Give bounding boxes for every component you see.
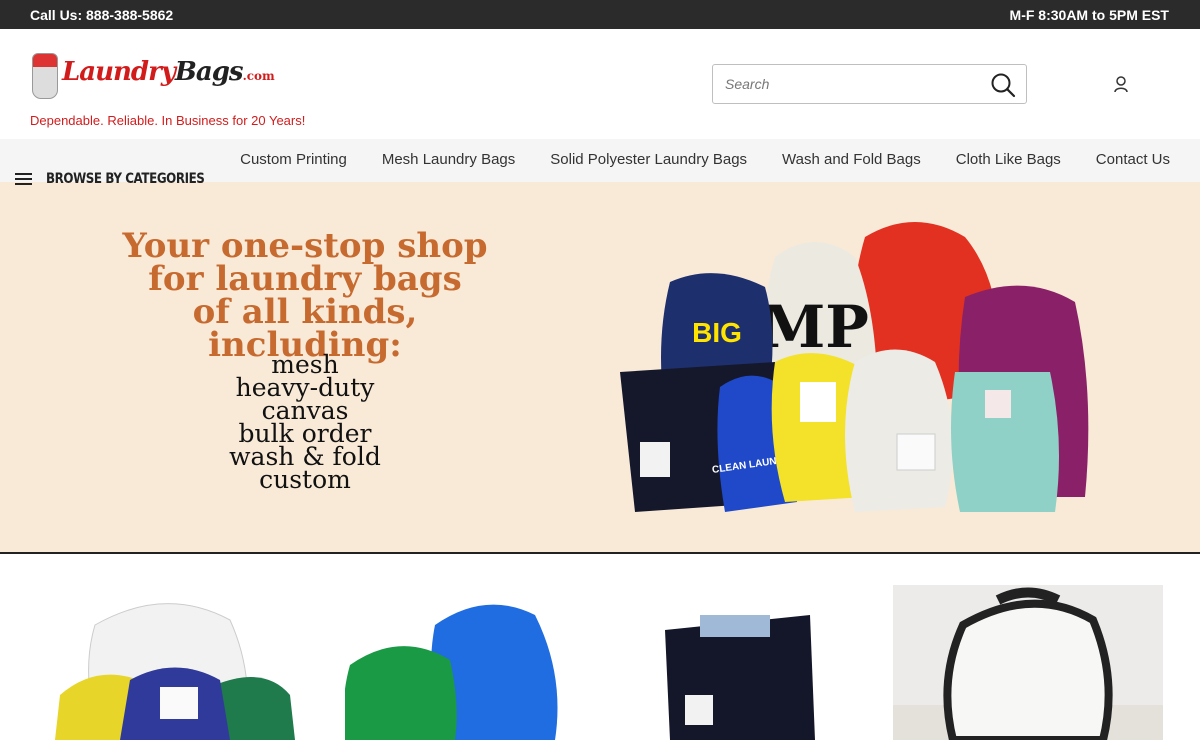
nav-link-cloth-like[interactable]: Cloth Like Bags <box>956 151 1061 168</box>
product-image-wash-fold-bag[interactable] <box>660 585 820 740</box>
logo-bag-icon <box>32 53 58 99</box>
browse-categories-button[interactable]: Browse by Categories <box>15 169 232 189</box>
search-input[interactable] <box>725 73 975 95</box>
product-image-polyester-bags[interactable] <box>345 585 565 740</box>
bag-label-mp: MP <box>761 293 869 361</box>
nav-link-mesh-laundry-bags[interactable]: Mesh Laundry Bags <box>382 151 515 168</box>
product-image-cloth-bag[interactable] <box>893 585 1163 740</box>
account-icon[interactable] <box>1112 75 1130 93</box>
browse-categories-label: Browse by Categories <box>46 171 205 187</box>
hero-bag-types: mesh heavy-duty canvas bulk order wash &… <box>180 352 430 494</box>
nav-link-contact-us[interactable]: Contact Us <box>1096 151 1170 168</box>
search-box <box>712 64 1027 104</box>
main-nav: Browse by Categories Custom Printing Mes… <box>0 139 1200 187</box>
hero-banner[interactable]: Your one-stop shop for laundry bags of a… <box>0 182 1200 554</box>
business-hours: M-F 8:30AM to 5PM EST <box>1009 7 1169 23</box>
phone-number[interactable]: Call Us: 888-388-5862 <box>30 7 173 23</box>
logo-text-part3: .com <box>242 69 275 83</box>
site-header: LaundryBags.com Dependable. Reliable. In… <box>0 29 1200 139</box>
hero-headline: Your one-stop shop for laundry bags of a… <box>100 229 510 362</box>
search-icon[interactable] <box>990 72 1016 98</box>
top-bar: Call Us: 888-388-5862 M-F 8:30AM to 5PM … <box>0 0 1200 29</box>
bag-label-big: BIG <box>692 317 742 348</box>
logo-text-part1: Laundry <box>62 57 176 87</box>
tagline: Dependable. Reliable. In Business for 20… <box>30 113 306 128</box>
nav-link-custom-printing[interactable]: Custom Printing <box>240 151 347 168</box>
bag-type-item: custom <box>259 465 351 494</box>
nav-link-wash-and-fold[interactable]: Wash and Fold Bags <box>782 151 921 168</box>
product-image-mesh-bags[interactable] <box>55 585 295 740</box>
hamburger-icon <box>15 173 32 185</box>
nav-link-solid-polyester[interactable]: Solid Polyester Laundry Bags <box>550 151 747 168</box>
site-logo[interactable]: LaundryBags.com <box>30 51 275 101</box>
hero-bags-image: MP BIG CLEAN LAUNDRY <box>620 222 1089 512</box>
logo-text-part2: Bags <box>174 57 244 87</box>
